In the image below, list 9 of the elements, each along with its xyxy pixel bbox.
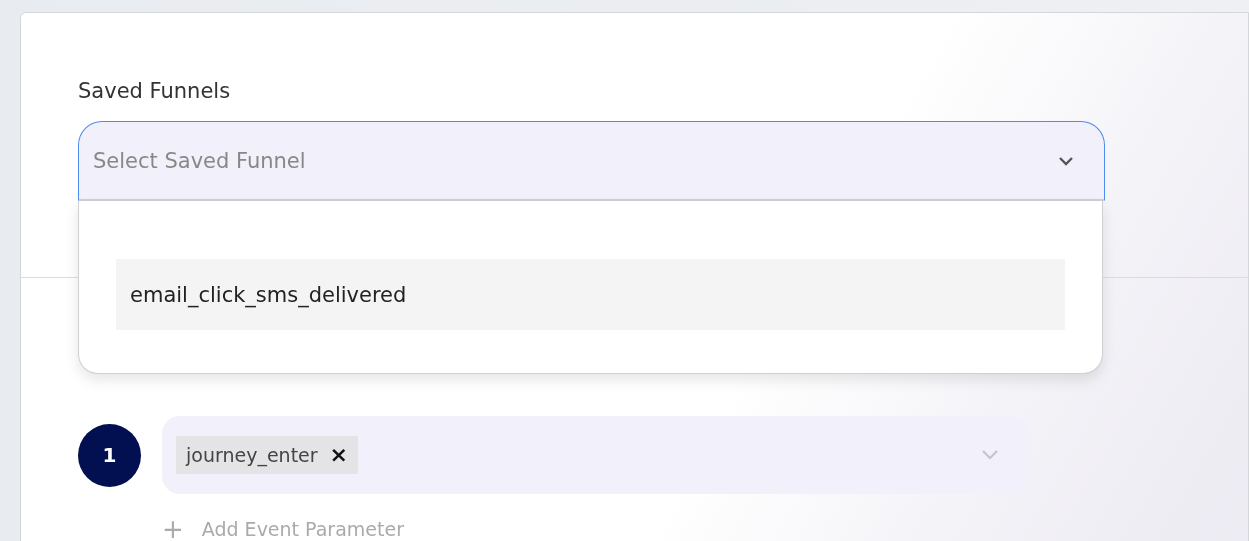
remove-tag-button[interactable]: × [329,444,349,466]
tag-label: journey_enter [186,444,318,466]
chevron-down-icon [1058,155,1074,166]
step-number-badge: 1 [78,423,141,487]
chevron-down-icon [980,449,1000,461]
dropdown-option[interactable]: email_click_sms_delivered [116,259,1065,330]
field-label: Saved Funnels [78,79,232,103]
select-placeholder: Select Saved Funnel [93,148,306,173]
event-select-field[interactable]: journey_enter × [162,416,1030,494]
